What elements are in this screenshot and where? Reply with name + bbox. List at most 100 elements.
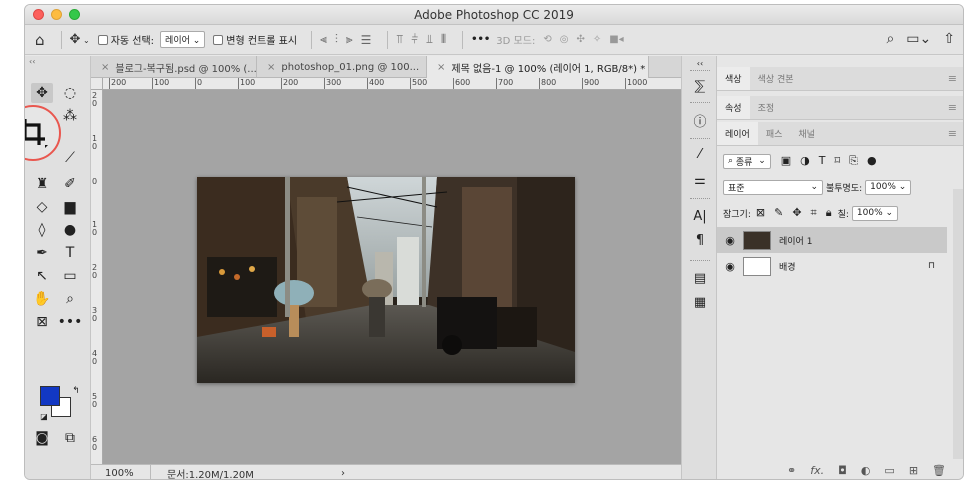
tab-properties[interactable]: 속성: [717, 96, 750, 119]
dock-grip[interactable]: [690, 260, 710, 262]
align-bottom-icon[interactable]: ⫫: [426, 32, 433, 47]
lock-image-icon[interactable]: ✎: [774, 206, 783, 220]
ruler-origin[interactable]: [91, 78, 103, 90]
dock-grip[interactable]: [690, 198, 710, 200]
tab-channels[interactable]: 채널: [790, 122, 823, 145]
zoom-level[interactable]: 100%: [91, 465, 151, 479]
pixel-filter-icon[interactable]: ▣: [781, 154, 791, 168]
dock-grip[interactable]: [690, 102, 710, 104]
align-right-icon[interactable]: ⫸: [346, 32, 353, 47]
3d-orbit-icon[interactable]: ⟲: [543, 34, 551, 45]
zoom-tool-icon[interactable]: ⌕: [59, 289, 81, 309]
align-middle-icon[interactable]: ⫩: [411, 32, 418, 47]
tab-paths[interactable]: 패스: [758, 122, 791, 145]
info-icon[interactable]: ⓘ: [690, 110, 710, 130]
panel-menu-icon[interactable]: ≡: [948, 101, 957, 114]
libraries-icon[interactable]: ▤: [690, 268, 710, 288]
tab-blog-psd[interactable]: × 블로그-복구됨.psd @ 100% (...: [91, 56, 257, 78]
show-transform-checkbox[interactable]: [213, 34, 224, 45]
3d-camera-icon[interactable]: ■◂: [609, 34, 623, 45]
type-tool-icon[interactable]: T: [59, 243, 81, 263]
path-selection-tool-icon[interactable]: ↖: [31, 266, 53, 286]
quick-mask-icon[interactable]: ◙: [31, 428, 53, 448]
3d-roll-icon[interactable]: ◎: [560, 34, 569, 45]
eraser-tool-icon[interactable]: ◇: [31, 197, 53, 217]
marquee-tool-icon[interactable]: ◌: [59, 83, 81, 103]
screen-mode-icon[interactable]: ⧉: [59, 428, 81, 448]
vertical-ruler[interactable]: 2 0 1 0 0 1 0 2 0 3 0 4 0 5 0 6 0: [91, 90, 103, 464]
more-tools-icon[interactable]: •••: [58, 312, 83, 332]
visibility-eye-icon[interactable]: ◉: [717, 234, 743, 247]
layer-row[interactable]: ◉ 배경 ⊓: [717, 253, 947, 279]
collapse-dock-icon[interactable]: ‹‹: [690, 58, 710, 68]
opacity-field[interactable]: 100% ⌄: [865, 179, 912, 195]
adjustment-filter-icon[interactable]: ◑: [800, 154, 810, 168]
lock-all-icon[interactable]: 🔒︎: [826, 206, 832, 220]
lock-artboard-icon[interactable]: ⌗: [811, 206, 817, 220]
type-filter-icon[interactable]: T: [819, 154, 826, 168]
layers-scrollbar[interactable]: [953, 189, 963, 459]
swap-colors-icon[interactable]: ↰: [65, 381, 87, 401]
default-colors-icon[interactable]: ◪: [33, 406, 55, 426]
3d-slide-icon[interactable]: ✧: [593, 34, 601, 45]
blend-mode-dropdown[interactable]: 표준 ⌄: [723, 179, 823, 195]
paragraph-icon[interactable]: ¶: [690, 230, 710, 250]
smart-object-filter-icon[interactable]: ⎘: [849, 154, 858, 168]
status-menu-arrow[interactable]: ›: [341, 468, 345, 479]
tab-swatches[interactable]: 색상 견본: [750, 67, 802, 90]
search-icon[interactable]: ⌕: [886, 31, 894, 47]
pen-tool-icon[interactable]: ✒: [31, 243, 53, 263]
panel-menu-icon[interactable]: ≡: [948, 72, 957, 85]
tab-untitled-1[interactable]: × 제목 없음-1 @ 100% (레이어 1, RGB/8*) *: [427, 56, 649, 78]
panel-menu-icon[interactable]: ≡: [948, 127, 957, 140]
link-layers-icon[interactable]: ⚭: [787, 464, 796, 477]
move-tool-icon[interactable]: ✥: [31, 83, 53, 103]
align-center-icon[interactable]: ⫶: [335, 32, 338, 47]
share-icon[interactable]: ⇧: [943, 31, 955, 47]
tab-photoshop-png[interactable]: × photoshop_01.png @ 100...: [257, 56, 427, 78]
dodge-tool-icon[interactable]: ●: [59, 220, 81, 240]
tab-color[interactable]: 색상: [717, 67, 750, 90]
tab-adjustments[interactable]: 조정: [750, 96, 783, 119]
workspace-icon[interactable]: ▭⌄: [906, 31, 931, 47]
filter-toggle-icon[interactable]: ●: [867, 154, 877, 168]
new-layer-icon[interactable]: ⊞: [909, 464, 918, 477]
collapse-toolbar-icon[interactable]: ‹‹: [29, 57, 35, 66]
auto-select-checkbox[interactable]: [97, 34, 108, 45]
shape-tool-icon[interactable]: ▭: [59, 266, 81, 286]
blur-tool-icon[interactable]: ◊: [31, 220, 53, 240]
history-brush-tool-icon[interactable]: ✐: [59, 174, 81, 194]
canvas-image[interactable]: [197, 177, 575, 383]
home-icon[interactable]: ⌂: [35, 31, 45, 49]
move-icon[interactable]: ✥ ⌄: [70, 32, 90, 47]
3d-pan-icon[interactable]: ✣: [576, 34, 584, 45]
foreground-color-swatch[interactable]: [40, 386, 60, 406]
layer-style-icon[interactable]: fx.: [810, 464, 824, 477]
distribute-vertical-icon[interactable]: ⦀: [441, 32, 446, 47]
lock-position-icon[interactable]: ✥: [792, 206, 801, 220]
visibility-eye-icon[interactable]: ◉: [717, 260, 743, 273]
brushes-icon[interactable]: ⁄: [690, 144, 710, 164]
history-icon[interactable]: ⅀: [690, 76, 710, 96]
lock-icon[interactable]: ⊓: [928, 261, 935, 271]
new-group-icon[interactable]: ▭: [884, 464, 894, 477]
delete-layer-icon[interactable]: 🗑︎: [932, 464, 946, 477]
stamp-tool-icon[interactable]: ♜: [31, 174, 53, 194]
more-options-button[interactable]: •••: [471, 34, 490, 45]
align-top-icon[interactable]: ⫪: [396, 32, 403, 47]
slice-tool-icon[interactable]: ⟋: [59, 148, 81, 168]
distribute-icon[interactable]: ☰: [361, 33, 372, 47]
fill-field[interactable]: 100% ⌄: [851, 205, 899, 221]
shape-filter-icon[interactable]: ⌑: [834, 154, 840, 168]
notes-icon[interactable]: ▦: [690, 292, 710, 312]
align-left-icon[interactable]: ⫷: [320, 32, 327, 47]
horizontal-ruler[interactable]: 200 100 0 100 200 300 400 500 600 700 800 900 1000: [103, 78, 681, 90]
hand-tool-icon[interactable]: ✋: [31, 289, 53, 309]
adjust-icon[interactable]: ⚌: [690, 170, 710, 190]
new-adjustment-icon[interactable]: ◐: [861, 464, 871, 477]
close-tab-icon[interactable]: ×: [267, 62, 275, 73]
close-tab-icon[interactable]: ×: [437, 62, 445, 73]
auto-select-dropdown[interactable]: 레이어 ⌄: [160, 31, 206, 48]
magic-wand-tool-icon[interactable]: ⁂: [59, 106, 81, 126]
tab-layers[interactable]: 레이어: [717, 122, 758, 145]
